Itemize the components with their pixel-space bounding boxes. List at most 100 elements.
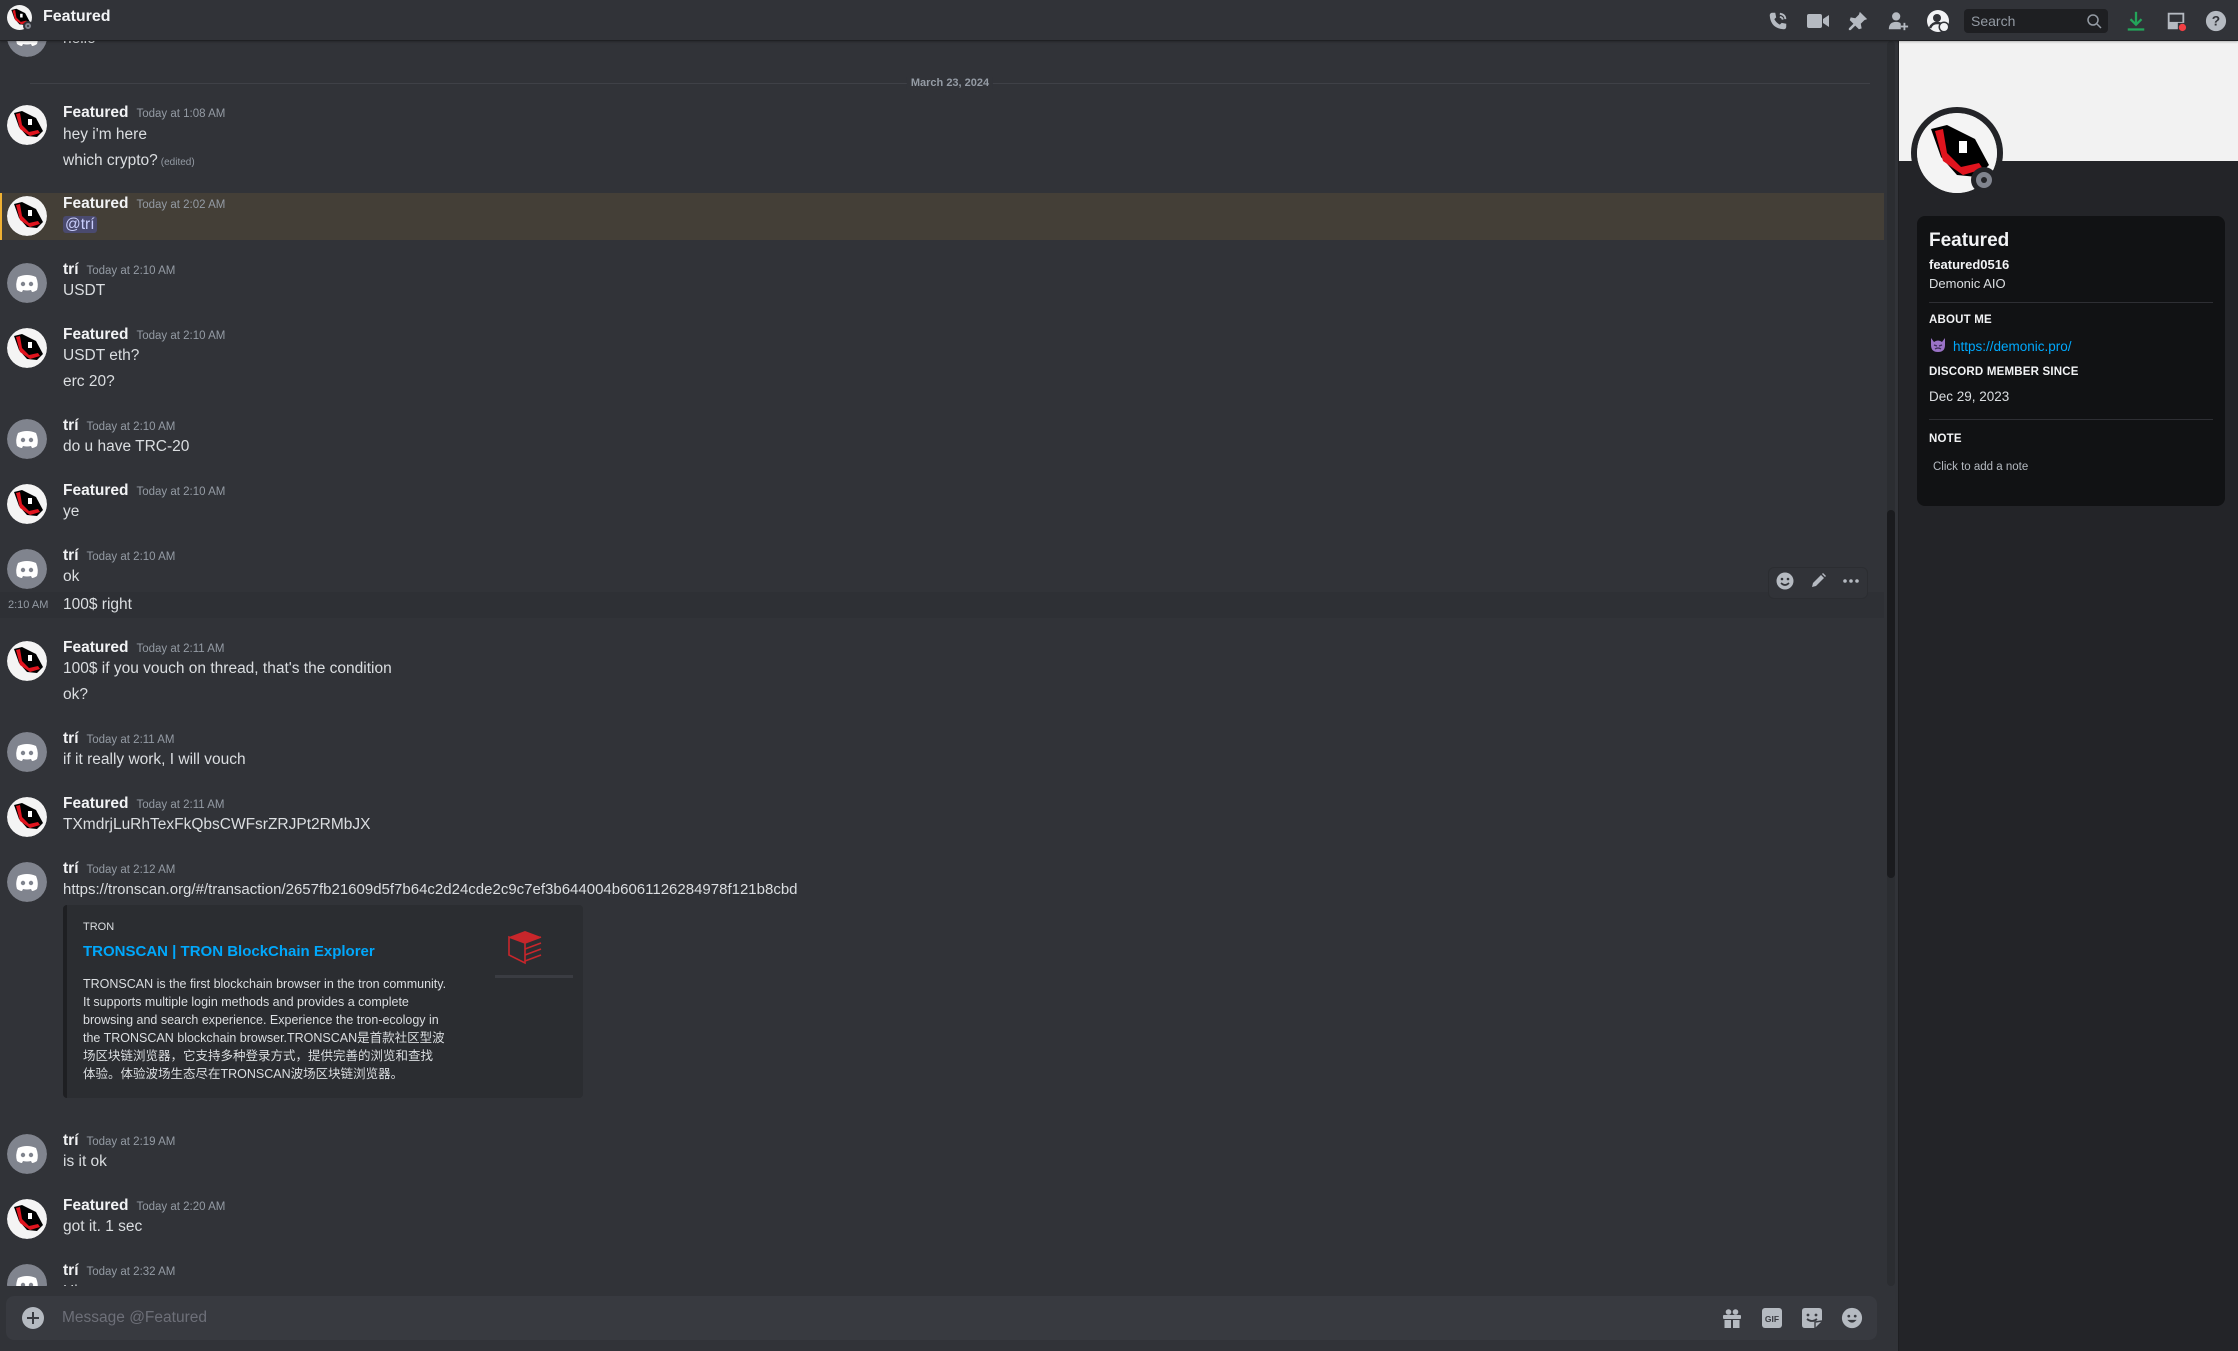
gif-icon[interactable]: GIF [1761,1307,1783,1329]
upload-plus-icon[interactable] [22,1307,44,1329]
date-divider-label: March 23, 2024 [906,77,994,89]
message-group: trí Today at 2:10 AM ok [0,545,1884,591]
header-avatar[interactable] [7,5,33,31]
message-group: trí Today at 2:19 AM is it ok [0,1130,1884,1176]
username[interactable]: Featured [63,795,128,812]
message-group: Featured Today at 2:10 AM USDT eth? erc 2… [0,324,1884,396]
username[interactable]: Featured [63,104,128,121]
message-group: trí Today at 2:10 AM do u have TRC-20 [0,415,1884,461]
about-me: https://demonic.pro/ [1929,336,2072,357]
transaction-link[interactable]: https://tronscan.org/#/transaction/2657f… [63,881,798,898]
timestamp: Today at 2:10 AM [86,265,176,277]
discord-default-avatar[interactable] [7,1134,47,1174]
message-text: ok [63,568,80,585]
message-group: Featured Today at 2:11 AM TXmdrjLuRhTexFk… [0,793,1884,839]
username[interactable]: Featured [63,482,128,499]
timestamp: Today at 2:19 AM [86,1136,176,1148]
user-profile-icon[interactable] [1918,0,1958,41]
dm-title: Featured [43,8,111,25]
username[interactable]: trí [63,261,79,278]
pinned-messages-icon[interactable] [1838,0,1878,41]
username[interactable]: Featured [63,195,128,212]
featured-avatar[interactable] [7,484,47,524]
message-text: hey i'm here [63,126,147,143]
user-mention[interactable]: @trí [63,216,97,233]
username[interactable]: trí [63,1132,79,1149]
username[interactable]: trí [63,547,79,564]
download-apps-icon[interactable] [2116,0,2156,41]
message-text: is it ok [63,1153,107,1170]
timestamp: Today at 2:02 AM [136,199,226,211]
about-me-label: ABOUT ME [1929,314,1992,326]
message-group: trí Today at 2:11 AM if it really work, I… [0,728,1884,774]
discord-default-avatar[interactable] [7,862,47,902]
message-group: trí Today at 2:32 AM Hi [0,1260,1884,1286]
note-input[interactable]: Click to add a note [1933,461,2028,473]
tronscan-logo-icon[interactable] [495,927,575,987]
hover-timestamp: 2:10 AM [8,599,49,611]
embed-title[interactable]: TRONSCAN | TRON BlockChain Explorer [83,943,375,960]
start-voice-call-icon[interactable] [1758,0,1798,41]
message-text: TXmdrjLuRhTexFkQbsCWFsrZRJPt2RMbJX [63,816,371,833]
discord-default-avatar[interactable] [7,263,47,303]
divider [1929,419,2213,420]
edited-label: (edited) [160,157,195,168]
link-embed: TRON TRONSCAN | TRON BlockChain Explorer… [63,905,583,1098]
search-input[interactable]: Search [1964,8,2108,33]
message-text: do u have TRC-20 [63,438,190,455]
add-friends-to-dm-icon[interactable] [1878,0,1918,41]
message-group-mention: Featured Today at 2:02 AM @trí [0,193,1884,240]
add-reaction-icon[interactable] [1775,571,1795,596]
discord-default-avatar[interactable] [7,41,47,57]
message-input[interactable] [62,1296,1702,1340]
featured-avatar[interactable] [7,196,47,236]
featured-avatar[interactable] [7,328,47,368]
discord-default-avatar[interactable] [7,419,47,459]
embed-provider: TRON [83,921,115,933]
discord-default-avatar[interactable] [7,1264,47,1286]
sticker-icon[interactable] [1801,1307,1823,1329]
message-group: Featured Today at 2:20 AM got it. 1 sec [0,1195,1884,1241]
username[interactable]: Featured [63,326,128,343]
featured-avatar[interactable] [7,1199,47,1239]
timestamp: Today at 2:10 AM [86,421,176,433]
timestamp: Today at 2:11 AM [136,643,225,655]
divider [1929,302,2213,303]
about-me-link[interactable]: https://demonic.pro/ [1953,339,2072,354]
chat-scrollbar-thumb[interactable] [1887,510,1895,878]
timestamp: Today at 2:10 AM [86,551,176,563]
message-list: hello March 23, 2024 Featured Today at 1:… [0,41,1884,1286]
username[interactable]: Featured [63,1197,128,1214]
username[interactable]: trí [63,417,79,434]
username[interactable]: trí [63,730,79,747]
start-video-call-icon[interactable] [1798,0,1838,41]
message-group: trí Today at 2:12 AM https://tronscan.org… [0,858,1884,1148]
message-text: ye [63,503,80,520]
featured-avatar[interactable] [7,641,47,681]
edit-icon[interactable] [1808,571,1828,596]
message-text: 100$ right [63,596,132,613]
featured-avatar[interactable] [7,797,47,837]
message-partial: hello [0,41,1884,57]
username[interactable]: Featured [63,639,128,656]
user-profile-panel: Featured featured0516 Demonic AIO ABOUT … [1898,41,2238,1351]
message-text: if it really work, I will vouch [63,751,246,768]
profile-username[interactable]: featured0516 [1929,257,2009,272]
message-text: Hi [63,1283,78,1286]
timestamp: Today at 2:12 AM [86,864,176,876]
timestamp: Today at 2:11 AM [136,799,225,811]
emoji-icon[interactable] [1841,1307,1863,1329]
username[interactable]: trí [63,1262,79,1279]
timestamp: Today at 2:32 AM [86,1266,176,1278]
discord-default-avatar[interactable] [7,549,47,589]
inbox-icon[interactable] [2156,0,2196,41]
discord-default-avatar[interactable] [7,732,47,772]
help-icon[interactable]: ? [2196,0,2236,41]
note-label: NOTE [1929,433,1962,445]
more-icon[interactable] [1841,571,1861,596]
message-group: Featured Today at 2:11 AM 100$ if you vou… [0,637,1884,709]
featured-avatar[interactable] [7,105,47,145]
username[interactable]: trí [63,860,79,877]
message-followup-hovered[interactable]: 2:10 AM 100$ right [0,592,1884,618]
gift-icon[interactable] [1721,1307,1743,1329]
